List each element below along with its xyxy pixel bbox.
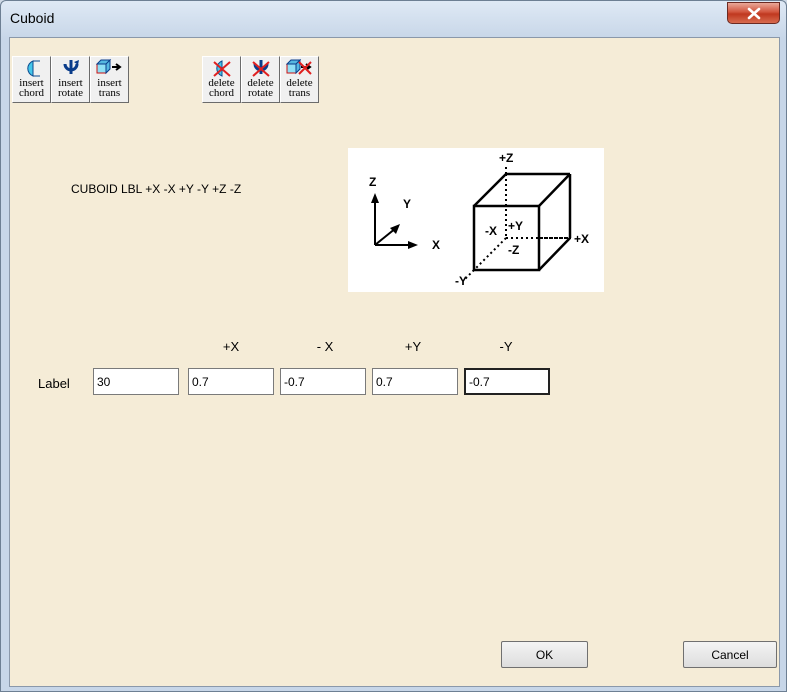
insert-rotate-icon (63, 60, 79, 74)
header-plus-x: +X (222, 339, 240, 354)
delete-chord-icon (213, 60, 231, 77)
toolbar: insertchord insertrotate inserttrans (11, 39, 778, 127)
close-button[interactable] (727, 2, 780, 24)
insert-rotate-label-2: rotate (57, 87, 84, 99)
cuboid-diagram-graphic: Z Y X +Z +X -X +Y -Z -Y (369, 151, 589, 288)
plus-y-input[interactable] (372, 368, 458, 395)
delete-rotate-button[interactable]: delete rotate (241, 56, 280, 103)
insert-trans-icon (96, 59, 122, 75)
delete-trans-icon (286, 59, 312, 75)
axis-x-label: X (432, 238, 440, 252)
insert-trans-button[interactable]: insert trans (90, 56, 129, 103)
delete-chord-label-2: chord (208, 87, 235, 99)
delete-trans-label-2: trans (288, 87, 311, 99)
insert-trans-label-2: trans (98, 87, 121, 99)
delete-chord-button[interactable]: delete chord (202, 56, 241, 103)
face-minus-x-label: -X (485, 224, 497, 238)
plus-x-input[interactable] (188, 368, 274, 395)
axis-y-label: Y (403, 197, 411, 211)
face-minus-y-label: -Y (455, 274, 467, 288)
ok-button[interactable]: OK (501, 641, 588, 668)
face-plus-x-label: +X (574, 232, 589, 246)
window-title: Cuboid (10, 10, 55, 26)
insert-chord-button[interactable]: insert chord (12, 56, 51, 103)
delete-rotate-label-2: rotate (247, 87, 274, 99)
cancel-button[interactable]: Cancel (683, 641, 777, 668)
insert-chord-icon (27, 60, 40, 77)
delete-trans-button[interactable]: delete trans (280, 56, 319, 103)
face-minus-z-label: -Z (508, 243, 519, 257)
cuboid-diagram: Z Y X +Z +X -X +Y -Z -Y (348, 148, 604, 292)
title-bar[interactable]: Cuboid (1, 1, 786, 37)
face-plus-y-label: +Y (508, 219, 523, 233)
header-minus-x: - X (316, 339, 334, 354)
header-plus-y: +Y (404, 339, 422, 354)
face-plus-z-label: +Z (499, 151, 513, 165)
label-caption: Label (38, 376, 70, 391)
header-minus-y: -Y (499, 339, 513, 354)
insert-chord-label-2: chord (18, 87, 45, 99)
close-icon (747, 7, 761, 20)
label-input[interactable] (93, 368, 179, 395)
insert-rotate-button[interactable]: insert rotate (51, 56, 90, 103)
cuboid-dialog: Cuboid insert chord insert rotate insert… (0, 0, 787, 692)
dialog-client-area: insertchord insertrotate inserttrans (9, 37, 780, 687)
delete-rotate-icon (252, 60, 270, 77)
command-syntax: CUBOID LBL +X -X +Y -Y +Z -Z (71, 182, 242, 196)
minus-x-input[interactable] (280, 368, 366, 395)
axis-z-label: Z (369, 175, 376, 189)
minus-y-input[interactable] (464, 368, 550, 395)
